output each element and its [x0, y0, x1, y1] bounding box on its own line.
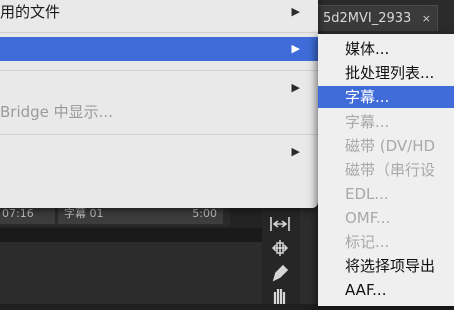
submenu-item-export-selection[interactable]: 将选择项导出: [318, 255, 454, 277]
submenu-item-tape-serial[interactable]: 磁带（串行设: [318, 159, 454, 181]
export-submenu: 媒体... 批处理列表... 字幕... 字幕... 磁带 (DV/HD 磁带（…: [318, 34, 454, 306]
submenu-arrow-icon: ▶: [291, 145, 300, 158]
menu-item-label: 用的文件: [0, 3, 61, 21]
document-tab[interactable]: 5d2MVI_2933 ×: [314, 5, 438, 31]
menu-item-submenu[interactable]: ▶: [0, 140, 318, 164]
submenu-item-omf[interactable]: OMF...: [318, 207, 454, 229]
document-tab-label: 5d2MVI_2933: [323, 11, 412, 26]
submenu-item-edl[interactable]: EDL...: [318, 183, 454, 205]
close-icon[interactable]: ×: [422, 6, 431, 32]
submenu-item-tape-dv[interactable]: 磁带 (DV/HD: [318, 135, 454, 157]
submenu-arrow-icon: ▶: [291, 5, 300, 18]
menu-item-recent-files[interactable]: 用的文件 ▶: [0, 0, 318, 24]
menu-item-submenu[interactable]: ▶: [0, 76, 318, 100]
submenu-item-captions[interactable]: 字幕...: [318, 111, 454, 133]
submenu-item-title[interactable]: 字幕...: [318, 86, 454, 108]
menu-item-export[interactable]: ▶: [0, 37, 318, 61]
submenu-arrow-icon: ▶: [291, 81, 300, 94]
clip-name: 字幕 01: [64, 207, 104, 220]
hand-icon[interactable]: [268, 286, 292, 308]
submenu-arrow-icon: ▶: [291, 42, 300, 55]
submenu-item-aaf[interactable]: AAF...: [318, 279, 454, 301]
submenu-item-batch-list[interactable]: 批处理列表...: [318, 62, 454, 84]
menu-item-reveal-in-bridge[interactable]: Bridge 中显示...: [0, 100, 318, 124]
menu-item-label: Bridge 中显示...: [0, 103, 113, 121]
rolling-edit-icon[interactable]: [268, 238, 292, 260]
timeline-lower-panel: [0, 242, 262, 304]
track-select-forward-icon[interactable]: [268, 214, 292, 236]
submenu-item-media[interactable]: 媒体...: [318, 38, 454, 60]
clip-timecode: 07:16: [2, 207, 34, 220]
menu-separator: [0, 32, 318, 33]
submenu-item-markers[interactable]: 标记...: [318, 231, 454, 253]
menu-separator: [0, 134, 318, 135]
pen-icon[interactable]: [268, 262, 292, 284]
file-export-menu: 用的文件 ▶ ▶ ▶ Bridge 中显示... ▶: [0, 0, 318, 208]
menu-separator: [0, 70, 318, 71]
